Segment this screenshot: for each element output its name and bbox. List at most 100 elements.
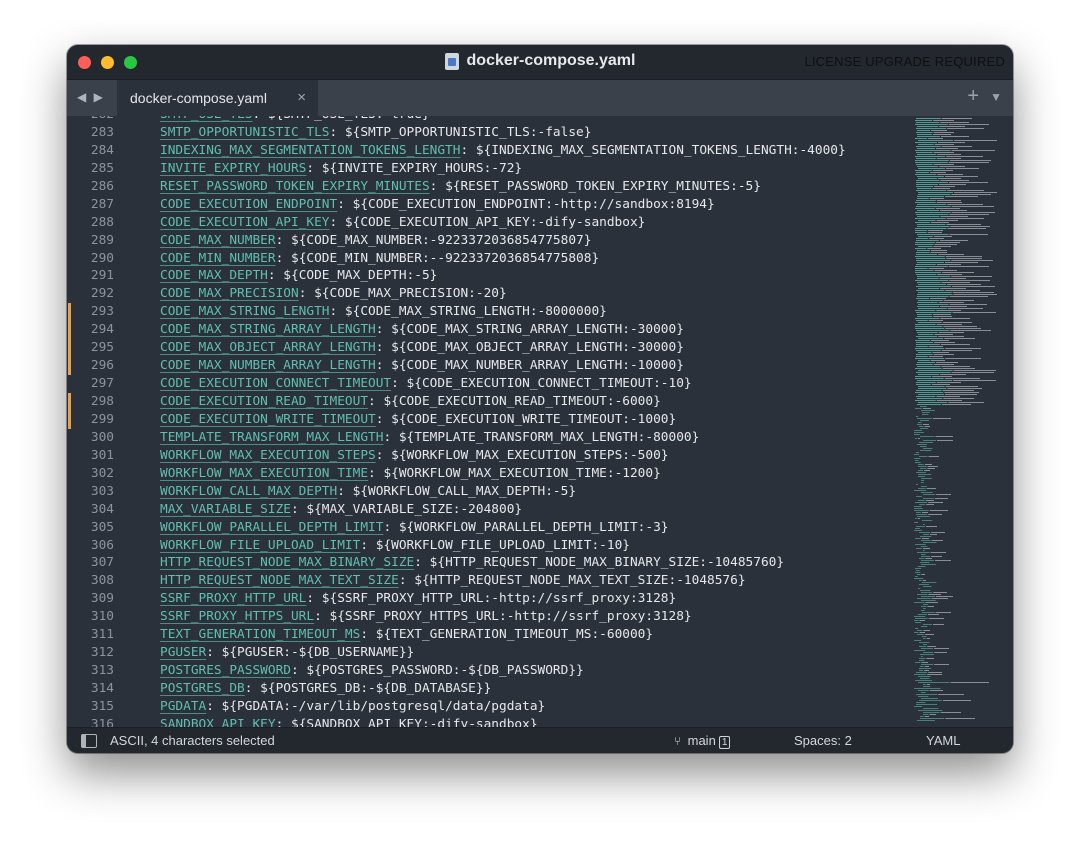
code-line[interactable]: 301 WORKFLOW_MAX_EXECUTION_STEPS: ${WORKF… <box>67 447 905 465</box>
code-line[interactable]: 315 PGDATA: ${PGDATA:-/var/lib/postgresql… <box>67 698 905 716</box>
code-line[interactable]: 297 CODE_EXECUTION_CONNECT_TIMEOUT: ${COD… <box>67 375 905 393</box>
minimap-line <box>922 582 937 583</box>
minimap-line <box>916 384 931 385</box>
code-line[interactable]: 305 WORKFLOW_PARALLEL_DEPTH_LIMIT: ${WORK… <box>67 519 905 537</box>
code-line[interactable]: 308 HTTP_REQUEST_NODE_MAX_TEXT_SIZE: ${HT… <box>67 572 905 590</box>
code-line[interactable]: 293 CODE_MAX_STRING_LENGTH: ${CODE_MAX_ST… <box>67 303 905 322</box>
code-line[interactable]: 292 CODE_MAX_PRECISION: ${CODE_MAX_PRECIS… <box>67 285 905 303</box>
yaml-key: TEMPLATE_TRANSFORM_MAX_LENGTH <box>160 429 384 445</box>
line-number: 294 <box>90 322 114 338</box>
code-line[interactable]: 286 RESET_PASSWORD_TOKEN_EXPIRY_MINUTES: … <box>67 178 905 196</box>
code-line[interactable]: 314 POSTGRES_DB: ${POSTGRES_DB:-${DB_DATA… <box>67 680 905 698</box>
yaml-key: HTTP_REQUEST_NODE_MAX_BINARY_SIZE <box>160 555 415 571</box>
status-indentation[interactable]: Spaces: 2 <box>794 733 852 748</box>
minimap-line <box>930 172 946 173</box>
code-line[interactable]: 306 WORKFLOW_FILE_UPLOAD_LIMIT: ${WORKFLO… <box>67 537 905 555</box>
minimap-line <box>949 234 988 235</box>
minimap-line <box>921 482 924 483</box>
code-line[interactable]: 302 WORKFLOW_MAX_EXECUTION_TIME: ${WORKFL… <box>67 465 905 483</box>
minimap-line <box>934 334 953 335</box>
yaml-value: : ${WORKFLOW_MAX_EXECUTION_STEPS:-500} <box>375 447 669 463</box>
minimap-line <box>951 194 991 195</box>
code-line[interactable]: 283 SMTP_OPPORTUNISTIC_TLS: ${SMTP_OPPORT… <box>67 124 905 142</box>
yaml-value: : ${CODE_EXECUTION_READ_TIMEOUT:-6000} <box>368 394 661 409</box>
tab-close-icon[interactable]: × <box>297 89 306 106</box>
minimap-line <box>918 566 926 567</box>
sidebar-toggle-icon[interactable] <box>81 734 97 748</box>
code-line[interactable]: 309 SSRF_PROXY_HTTP_URL: ${SSRF_PROXY_HTT… <box>67 590 905 608</box>
minimap-line <box>915 400 936 401</box>
code-text: RESET_PASSWORD_TOKEN_EXPIRY_MINUTES: ${R… <box>160 178 761 196</box>
line-number: 285 <box>90 160 114 176</box>
code-line[interactable]: 285 INVITE_EXPIRY_HOURS: ${INVITE_EXPIRY_… <box>67 160 905 178</box>
yaml-value: : ${PGUSER:-${DB_USERNAME}} <box>206 645 415 661</box>
tab-docker-compose[interactable]: docker-compose.yaml × <box>117 80 318 116</box>
line-number: 306 <box>90 537 114 553</box>
code-line[interactable]: 294 CODE_MAX_STRING_ARRAY_LENGTH: ${CODE_… <box>67 321 905 340</box>
code-line[interactable]: 310 SSRF_PROXY_HTTPS_URL: ${SSRF_PROXY_HT… <box>67 608 905 626</box>
code-line[interactable]: 296 CODE_MAX_NUMBER_ARRAY_LENGTH: ${CODE_… <box>67 357 905 376</box>
status-syntax[interactable]: YAML <box>926 733 960 748</box>
minimap-line <box>915 392 944 393</box>
minimap-line <box>917 294 953 295</box>
code-line[interactable]: 312 PGUSER: ${PGUSER:-${DB_USERNAME}} <box>67 644 905 662</box>
code-line[interactable]: 291 CODE_MAX_DEPTH: ${CODE_MAX_DEPTH:-5} <box>67 267 905 285</box>
code-line[interactable]: 298 CODE_EXECUTION_READ_TIMEOUT: ${CODE_E… <box>67 393 905 411</box>
minimap-line <box>915 326 943 327</box>
minimap-line <box>921 606 927 607</box>
yaml-key: CODE_EXECUTION_API_KEY <box>160 214 330 230</box>
minimap[interactable] <box>913 116 1013 727</box>
minimap-line <box>928 268 944 269</box>
status-git-branch[interactable]: ⑂ main 1 <box>674 733 731 749</box>
code-line[interactable]: 304 MAX_VARIABLE_SIZE: ${MAX_VARIABLE_SIZ… <box>67 501 905 519</box>
code-line[interactable]: 289 CODE_MAX_NUMBER: ${CODE_MAX_NUMBER:-9… <box>67 232 905 250</box>
minimap-line <box>917 398 943 399</box>
code-line[interactable]: 288 CODE_EXECUTION_API_KEY: ${CODE_EXECUT… <box>67 214 905 232</box>
minimap-line <box>917 134 932 135</box>
yaml-key: CODE_MAX_NUMBER_ARRAY_LENGTH <box>160 358 376 374</box>
code-line[interactable]: 307 HTTP_REQUEST_NODE_MAX_BINARY_SIZE: ${… <box>67 554 905 572</box>
code-line[interactable]: 311 TEXT_GENERATION_TIMEOUT_MS: ${TEXT_GE… <box>67 626 905 644</box>
minimap-line <box>945 262 978 263</box>
minimap-line <box>917 306 940 307</box>
minimap-line <box>924 464 932 465</box>
minimap-line <box>914 430 923 431</box>
minimap-line <box>949 296 988 297</box>
yaml-key: CODE_EXECUTION_WRITE_TIMEOUT <box>160 411 376 427</box>
code-text: PGUSER: ${PGUSER:-${DB_USERNAME}} <box>160 644 414 662</box>
minimap-line <box>931 532 945 533</box>
minimap-line <box>916 336 938 337</box>
minimap-line <box>936 148 958 149</box>
minimap-line <box>919 456 928 457</box>
code-line[interactable]: 287 CODE_EXECUTION_ENDPOINT: ${CODE_EXECU… <box>67 196 905 214</box>
minimap-line <box>916 240 939 241</box>
code-line[interactable]: 313 POSTGRES_PASSWORD: ${POSTGRES_PASSWOR… <box>67 662 905 680</box>
license-notice[interactable]: LICENSE UPGRADE REQUIRED <box>804 54 1005 69</box>
code-line[interactable]: 295 CODE_MAX_OBJECT_ARRAY_LENGTH: ${CODE_… <box>67 339 905 358</box>
code-line[interactable]: 282 SMTP_USE_TLS: ${SMTP_USE_TLS:-true} <box>67 116 905 124</box>
tab-menu-chevron-down-icon[interactable]: ▼ <box>990 90 1002 104</box>
minimap-line <box>922 412 930 413</box>
minimap-line <box>951 276 992 277</box>
code-editor[interactable]: 282SMTP_USE_TLS: ${SMTP_USE_TLS:-true}28… <box>67 116 1013 727</box>
code-line[interactable]: 284 INDEXING_MAX_SEGMENTATION_TOKENS_LENG… <box>67 142 905 160</box>
code-line[interactable]: 299 CODE_EXECUTION_WRITE_TIMEOUT: ${CODE_… <box>67 410 905 429</box>
minimap-line <box>941 282 970 283</box>
minimap-line <box>915 518 917 519</box>
minimap-line <box>915 460 919 461</box>
new-tab-plus-icon[interactable]: + <box>967 85 979 108</box>
minimap-line <box>920 718 945 719</box>
minimap-line <box>917 314 932 315</box>
code-line[interactable]: 290 CODE_MIN_NUMBER: ${CODE_MIN_NUMBER:--… <box>67 250 905 268</box>
minimap-line <box>934 342 955 343</box>
code-line[interactable]: 303 WORKFLOW_CALL_MAX_DEPTH: ${WORKFLOW_C… <box>67 483 905 501</box>
tab-nav-arrows-icon[interactable]: ◀ ▶ <box>77 90 105 104</box>
minimap-line <box>942 272 974 273</box>
minimap-line <box>936 264 961 265</box>
code-line[interactable]: 316 SANDBOX_API_KEY: ${SANDBOX_API_KEY:-d… <box>67 716 905 727</box>
minimap-line <box>925 500 934 501</box>
minimap-line <box>934 648 949 649</box>
code-line[interactable]: 300 TEMPLATE_TRANSFORM_MAX_LENGTH: ${TEMP… <box>67 429 905 447</box>
minimap-line <box>918 388 947 389</box>
status-encoding[interactable]: ASCII, 4 characters selected <box>110 733 275 748</box>
